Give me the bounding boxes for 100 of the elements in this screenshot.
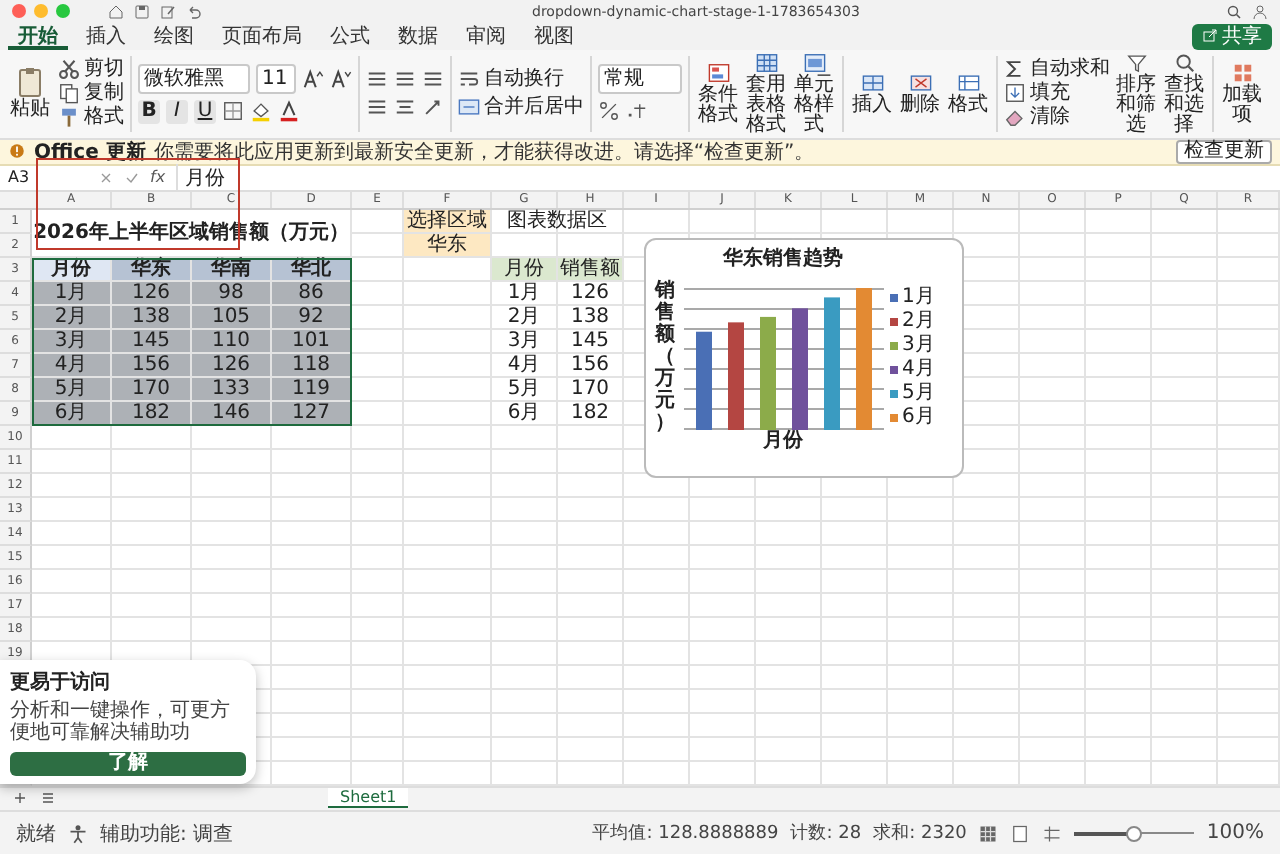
table-cell: 182 xyxy=(558,401,624,426)
table-cell: 4月 xyxy=(492,353,558,378)
save-icon[interactable] xyxy=(134,3,150,20)
alignment-button[interactable]: 合并后居中 xyxy=(458,96,584,119)
eraser-icon xyxy=(1004,106,1026,129)
brush-icon xyxy=(58,106,80,129)
ribbon-tab[interactable]: 视图 xyxy=(524,23,584,50)
page-break-icon[interactable] xyxy=(1042,823,1063,844)
chart-title: 华东销售趋势 xyxy=(723,247,843,270)
accessibility-icon[interactable] xyxy=(68,823,88,844)
section-label: 图表数据区 xyxy=(492,209,624,234)
align-center-icon[interactable] xyxy=(394,96,416,119)
chart-bar xyxy=(855,287,871,430)
orientation-icon[interactable] xyxy=(422,96,444,119)
fill-color-icon[interactable] xyxy=(250,100,272,123)
align-top-icon[interactable] xyxy=(366,68,388,91)
styles-button[interactable]: 单元格样式 xyxy=(792,51,836,136)
sheet-list-icon[interactable] xyxy=(40,790,56,807)
number-format-field[interactable]: 常规 xyxy=(598,64,682,95)
font-grow-icon[interactable] xyxy=(302,67,324,90)
learn-button[interactable]: 了解 xyxy=(10,752,246,776)
chart-bar xyxy=(727,321,743,430)
align-middle-icon[interactable] xyxy=(394,68,416,91)
table-cell: 146 xyxy=(192,401,272,426)
table-cell: 126 xyxy=(558,281,624,306)
add-ins-button[interactable]: 加载项 xyxy=(1220,61,1264,126)
accessibility-status[interactable]: 辅助功能: 调查 xyxy=(100,819,234,848)
ribbon-tab[interactable]: 审阅 xyxy=(456,23,516,50)
check-updates-button[interactable]: 检查更新 xyxy=(1176,139,1272,164)
font-shrink-icon[interactable] xyxy=(330,67,352,90)
ribbon-tab[interactable]: 公式 xyxy=(320,23,380,50)
legend-label: 4月 xyxy=(902,358,935,381)
name-box[interactable]: A3 xyxy=(8,168,88,187)
format-cells-icon xyxy=(957,71,979,94)
decimal-icon[interactable] xyxy=(626,100,648,123)
home-icon[interactable] xyxy=(108,3,124,20)
search-icon xyxy=(1173,51,1195,74)
clipboard-button[interactable]: 格式 xyxy=(58,106,124,129)
fill-down-icon xyxy=(1004,82,1026,105)
editing-button[interactable]: 排序和筛选 xyxy=(1114,51,1158,136)
legend-label: 5月 xyxy=(902,382,935,405)
close-button[interactable] xyxy=(12,4,26,19)
font-color-icon[interactable] xyxy=(278,100,300,123)
page-view-icon[interactable] xyxy=(1010,823,1031,844)
table-cell: 138 xyxy=(558,305,624,330)
confirm-icon[interactable] xyxy=(124,169,140,186)
clipboard-button[interactable]: 复制 xyxy=(58,82,124,105)
editing-button[interactable]: 填充 xyxy=(1004,82,1110,105)
function-label[interactable]: fx xyxy=(150,168,166,187)
cancel-icon[interactable] xyxy=(98,169,114,186)
column-header: 销售额 xyxy=(558,257,624,282)
editing-button[interactable]: 自动求和 xyxy=(1004,58,1110,81)
align-bottom-icon[interactable] xyxy=(422,68,444,91)
font-style-button[interactable]: I xyxy=(166,99,188,124)
ribbon-tab[interactable]: 插入 xyxy=(76,23,136,50)
percent-icon[interactable] xyxy=(598,100,620,123)
table-cell: 98 xyxy=(192,281,272,306)
font-name-field[interactable]: 微软雅黑 xyxy=(138,63,250,94)
search-icon[interactable] xyxy=(1226,3,1242,20)
font-style-button[interactable]: U xyxy=(194,99,216,124)
table-format-icon xyxy=(755,51,777,74)
ribbon-tab[interactable]: 数据 xyxy=(388,23,448,50)
cells-button[interactable]: 插入 xyxy=(850,71,894,116)
editing-button[interactable]: 清除 xyxy=(1004,106,1110,129)
styles-button[interactable]: 条件格式 xyxy=(696,61,740,126)
add-sheet-icon[interactable] xyxy=(12,790,28,807)
table-cell: 105 xyxy=(192,305,272,330)
zoom-level[interactable]: 100% xyxy=(1206,822,1264,845)
grid-icon xyxy=(1231,61,1253,84)
ribbon-tab[interactable]: 页面布局 xyxy=(212,23,312,50)
ribbon-tab[interactable]: 绘图 xyxy=(144,23,204,50)
align-left-icon[interactable] xyxy=(366,96,388,119)
sheet-tab[interactable]: Sheet1 xyxy=(328,788,409,809)
borders-icon[interactable] xyxy=(222,100,244,123)
legend-label: 2月 xyxy=(902,310,935,333)
person-icon[interactable] xyxy=(1252,3,1268,20)
zoom-slider[interactable] xyxy=(1074,825,1195,842)
cells-button[interactable]: 删除 xyxy=(898,71,942,116)
column-header: 月份 xyxy=(492,257,558,282)
chart-bar xyxy=(695,330,711,430)
clipboard-button[interactable]: 剪切 xyxy=(58,58,124,81)
undo-icon[interactable] xyxy=(186,3,202,20)
popup-text: 分析和一键操作，可更方便地可靠解决辅助功 xyxy=(10,700,232,744)
legend-label: 6月 xyxy=(902,406,935,429)
selector-label: 选择区域 xyxy=(404,209,492,234)
font-size-field[interactable]: 11 xyxy=(256,63,296,94)
copy-icon xyxy=(58,82,80,105)
paste-button[interactable]: 粘贴 xyxy=(6,66,54,121)
selector-value: 华东 xyxy=(404,233,492,258)
normal-view-icon[interactable] xyxy=(978,823,999,844)
styles-button[interactable]: 套用表格格式 xyxy=(744,51,788,136)
share-button[interactable]: 共享 xyxy=(1192,23,1272,50)
edit-icon[interactable] xyxy=(160,3,176,20)
editing-button[interactable]: 查找和选择 xyxy=(1162,51,1206,136)
font-style-button[interactable]: B xyxy=(138,99,160,124)
cells-button[interactable]: 格式 xyxy=(946,71,990,116)
table-cell: 170 xyxy=(558,377,624,402)
alignment-button[interactable]: 自动换行 xyxy=(458,68,564,91)
conditional-format-icon xyxy=(707,61,729,84)
table-cell: 3月 xyxy=(492,329,558,354)
